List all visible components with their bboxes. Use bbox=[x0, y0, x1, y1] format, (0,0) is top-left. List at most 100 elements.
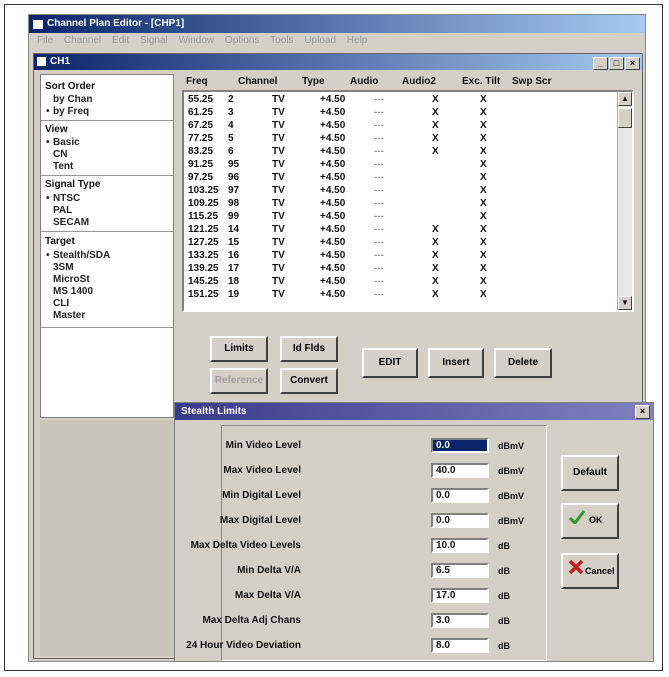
field-input[interactable]: 8.0 bbox=[431, 638, 489, 653]
table-cell: X bbox=[480, 146, 487, 157]
child-title-bar[interactable]: CH1 _ □ × bbox=[34, 54, 642, 70]
table-cell: TV bbox=[272, 263, 285, 274]
window-buttons: _ □ × bbox=[592, 56, 640, 72]
close-icon[interactable]: × bbox=[625, 57, 640, 70]
target-microst-radio[interactable]: MicroSt bbox=[53, 274, 90, 285]
table-row[interactable]: 109.25 98 TV +4.50 --- X bbox=[184, 198, 616, 209]
menu-upload[interactable]: Upload bbox=[304, 33, 336, 49]
target-3sm-radio[interactable]: 3SM bbox=[53, 262, 74, 273]
view-cn-radio[interactable]: CN bbox=[53, 149, 67, 160]
close-icon[interactable]: × bbox=[635, 405, 650, 419]
table-row[interactable]: 115.25 99 TV +4.50 --- X bbox=[184, 211, 616, 222]
menu-window[interactable]: Window bbox=[179, 33, 215, 49]
edit-button[interactable]: EDIT bbox=[362, 348, 418, 378]
table-cell: X bbox=[480, 237, 487, 248]
convert-button[interactable]: Convert bbox=[280, 368, 338, 394]
menu-tools[interactable]: Tools bbox=[270, 33, 293, 49]
menu-channel[interactable]: Channel bbox=[64, 33, 101, 49]
view-basic-radio[interactable]: • Basic bbox=[46, 137, 80, 148]
table-cell: 77.25 bbox=[188, 133, 214, 144]
menu-help[interactable]: Help bbox=[347, 33, 368, 49]
table-cell: --- bbox=[374, 263, 384, 274]
table-cell: +4.50 bbox=[320, 276, 346, 287]
table-row[interactable]: 77.25 5 TV +4.50 --- X X bbox=[184, 133, 616, 144]
table-row[interactable]: 133.25 16 TV +4.50 --- X X bbox=[184, 250, 616, 261]
x-icon bbox=[568, 559, 584, 575]
table-row[interactable]: 61.25 3 TV +4.50 --- X X bbox=[184, 107, 616, 118]
selected-dot-icon: • bbox=[46, 137, 50, 148]
id-fields-button[interactable]: Id Flds bbox=[280, 336, 338, 362]
field-input[interactable]: 40.0 bbox=[431, 463, 489, 478]
signal-secam-radio[interactable]: SECAM bbox=[53, 217, 89, 228]
app-icon[interactable] bbox=[32, 19, 44, 30]
target-ms1400-radio[interactable]: MS 1400 bbox=[53, 286, 93, 297]
menu-signal[interactable]: Signal bbox=[140, 33, 168, 49]
field-label: Min Digital Level bbox=[222, 490, 301, 501]
table-row[interactable]: 67.25 4 TV +4.50 --- X X bbox=[184, 120, 616, 131]
dialog-title-bar[interactable]: Stealth Limits × bbox=[175, 403, 653, 420]
field-input[interactable]: 0.0 bbox=[431, 488, 489, 503]
table-cell: 91.25 bbox=[188, 159, 214, 170]
cancel-button[interactable]: Cancel bbox=[561, 553, 619, 589]
maximize-icon[interactable]: □ bbox=[609, 57, 624, 70]
menu-file[interactable]: File bbox=[37, 33, 53, 49]
stealth-limits-dialog: Stealth Limits × Min Video Level 0.0 dBmV M… bbox=[174, 402, 654, 662]
table-row[interactable]: 127.25 15 TV +4.50 --- X X bbox=[184, 237, 616, 248]
ok-button[interactable]: OK bbox=[561, 503, 619, 539]
menu-options[interactable]: Options bbox=[225, 33, 259, 49]
sort-by-chan-radio[interactable]: by Chan bbox=[53, 94, 92, 105]
col-freq[interactable]: Freq bbox=[186, 76, 208, 87]
target-cli-radio[interactable]: CLI bbox=[53, 298, 69, 309]
insert-button[interactable]: Insert bbox=[428, 348, 484, 378]
table-row[interactable]: 97.25 96 TV +4.50 --- X bbox=[184, 172, 616, 183]
col-audio[interactable]: Audio bbox=[350, 76, 378, 87]
field-input[interactable]: 10.0 bbox=[431, 538, 489, 553]
signal-pal-radio[interactable]: PAL bbox=[53, 205, 72, 216]
reference-button[interactable]: Reference bbox=[210, 368, 268, 394]
table-cell: TV bbox=[272, 224, 285, 235]
table-cell: X bbox=[432, 133, 439, 144]
sort-by-freq-radio[interactable]: • by Freq bbox=[46, 106, 89, 117]
list-scrollbar[interactable]: ▲ ▼ bbox=[617, 92, 632, 310]
scroll-thumb[interactable] bbox=[618, 108, 632, 128]
target-stealth-radio[interactable]: • Stealth/SDA bbox=[46, 250, 110, 261]
field-unit: dBmV bbox=[498, 516, 525, 526]
col-audio2[interactable]: Audio2 bbox=[402, 76, 436, 87]
field-unit: dB bbox=[498, 616, 510, 626]
table-cell: 145.25 bbox=[188, 276, 219, 287]
table-cell: 2 bbox=[228, 94, 234, 105]
default-button[interactable]: Default bbox=[561, 455, 619, 491]
table-row[interactable]: 151.25 19 TV +4.50 --- X X bbox=[184, 289, 616, 300]
col-type[interactable]: Type bbox=[302, 76, 325, 87]
signal-ntsc-radio[interactable]: • NTSC bbox=[46, 193, 80, 204]
limits-button[interactable]: Limits bbox=[210, 336, 268, 362]
field-input[interactable]: 17.0 bbox=[431, 588, 489, 603]
field-input[interactable]: 3.0 bbox=[431, 613, 489, 628]
scroll-down-icon[interactable]: ▼ bbox=[618, 296, 632, 310]
delete-button[interactable]: Delete bbox=[494, 348, 552, 378]
table-row[interactable]: 83.25 6 TV +4.50 --- X X bbox=[184, 146, 616, 157]
table-row[interactable]: 139.25 17 TV +4.50 --- X X bbox=[184, 263, 616, 274]
table-row[interactable]: 91.25 95 TV +4.50 --- X bbox=[184, 159, 616, 170]
child-icon[interactable] bbox=[37, 57, 46, 66]
scroll-up-icon[interactable]: ▲ bbox=[618, 92, 632, 106]
table-cell: 17 bbox=[228, 263, 240, 274]
channel-list[interactable]: 55.25 2 TV +4.50 --- X X 61.25 3 TV +4.50 --- X X 67.2… bbox=[182, 90, 634, 312]
table-row[interactable]: 55.25 2 TV +4.50 --- X X bbox=[184, 94, 616, 105]
col-exc-tilt[interactable]: Exc. Tilt bbox=[462, 76, 500, 87]
table-row[interactable]: 103.25 97 TV +4.50 --- X bbox=[184, 185, 616, 196]
view-tent-radio[interactable]: Tent bbox=[53, 161, 73, 172]
target-master-radio[interactable]: Master bbox=[53, 310, 85, 321]
minimize-icon[interactable]: _ bbox=[593, 57, 608, 70]
field-input[interactable]: 0.0 bbox=[431, 513, 489, 528]
app-title-bar[interactable]: Channel Plan Editor - [CHP1] bbox=[29, 15, 645, 33]
child-title: CH1 bbox=[50, 56, 71, 67]
field-input[interactable]: 0.0 bbox=[431, 438, 489, 453]
table-row[interactable]: 145.25 18 TV +4.50 --- X X bbox=[184, 276, 616, 287]
col-swp-scr[interactable]: Swp Scr bbox=[512, 76, 551, 87]
table-row[interactable]: 121.25 14 TV +4.50 --- X X bbox=[184, 224, 616, 235]
field-input[interactable]: 6.5 bbox=[431, 563, 489, 578]
menu-edit[interactable]: Edit bbox=[112, 33, 129, 49]
col-channel[interactable]: Channel bbox=[238, 76, 277, 87]
table-cell: TV bbox=[272, 159, 285, 170]
